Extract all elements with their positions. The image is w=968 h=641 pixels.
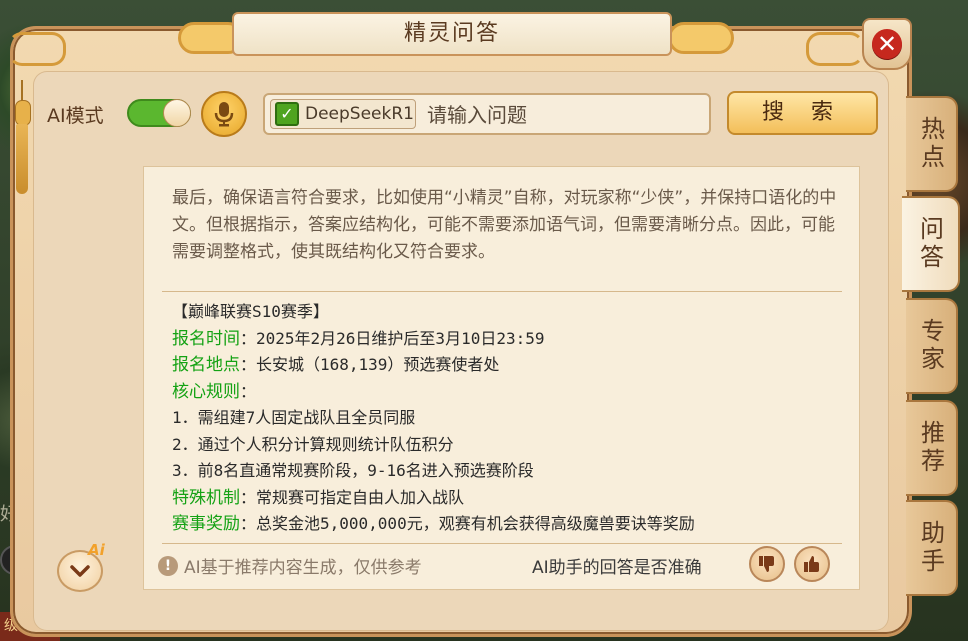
title-plate: 精灵问答 — [232, 12, 672, 56]
special-label: 特殊机制 — [172, 487, 240, 508]
signup-place-row: 报名地点：长安城（168,139）预选赛使者处 — [172, 352, 852, 379]
close-button[interactable]: ✕ — [862, 18, 912, 70]
tab-qa[interactable]: 问答 — [902, 196, 960, 292]
reward-row: 赛事奖励：总奖金池5,000,000元，观赛有机会获得高级魔兽要诀等奖励 — [172, 511, 852, 538]
tab-hot[interactable]: 热点 — [906, 96, 958, 192]
toggle-knob — [163, 99, 191, 127]
cloud-ornament-right — [806, 32, 864, 66]
dialog-title: 精灵问答 — [403, 21, 500, 46]
special-row: 特殊机制：常规赛可指定自由人加入战队 — [172, 485, 852, 512]
reward-value: ：总奖金池5,000,000元，观赛有机会获得高级魔兽要诀等奖励 — [240, 514, 695, 533]
ai-mode-label: AI模式 — [47, 105, 104, 127]
cloud-ornament-left — [8, 32, 66, 66]
signup-time-value: ：2025年2月26日维护后至3月10日23:59 — [240, 328, 545, 348]
rule-item: 1．需组建7人固定战队且全员同服 — [172, 408, 416, 427]
answer-panel: 最后，确保语言符合要求，比如使用“小精灵”自称，对玩家称“少侠”，并保持口语化的… — [143, 166, 860, 590]
tab-expert[interactable]: 专家 — [906, 298, 958, 394]
tab-assistant[interactable]: 助手 — [906, 500, 958, 596]
rule-item: 2．通过个人积分计算规则统计队伍积分 — [172, 434, 454, 454]
signup-place-label: 报名地点 — [172, 355, 240, 375]
search-input[interactable] — [425, 99, 699, 131]
rules-suffix: ： — [240, 381, 257, 401]
divider — [162, 291, 842, 292]
signup-time-label: 报名时间 — [172, 328, 240, 349]
thumbs-up-icon — [804, 556, 819, 572]
reward-label: 赛事奖励 — [172, 514, 240, 534]
rules-label: 核心规则 — [172, 381, 240, 402]
ai-badge: Ai — [88, 541, 105, 559]
tassel-ornament — [12, 80, 32, 200]
search-box: ✓ DeepSeekR1 — [263, 93, 711, 135]
reasoning-text: 最后，确保语言符合要求，比如使用“小精灵”自称，对玩家称“少侠”，并保持口语化的… — [172, 188, 837, 262]
thumbs-down-button[interactable] — [749, 546, 785, 582]
rule-item: 3．前8名直通常规赛阶段，9-16名进入预选赛阶段 — [172, 461, 534, 480]
signup-place-value: ：长安城（168,139）预选赛使者处 — [240, 355, 500, 374]
model-checkbox[interactable]: ✓ — [275, 102, 299, 126]
divider — [162, 543, 842, 544]
model-name: DeepSeekR1 — [305, 104, 414, 124]
microphone-button[interactable] — [201, 91, 247, 137]
search-button[interactable]: 搜 索 — [727, 91, 878, 135]
signup-time-row: 报名时间：2025年2月26日维护后至3月10日23:59 — [172, 326, 852, 353]
rules-row: 核心规则： — [172, 379, 852, 406]
cloud-ornament-title-right — [668, 22, 734, 54]
chevron-down-icon — [70, 565, 90, 577]
ai-mode-toggle[interactable] — [127, 99, 191, 127]
answer-content: 【巅峰联赛S10赛季】 报名时间：2025年2月26日维护后至3月10日23:5… — [172, 299, 852, 538]
thumbs-up-button[interactable] — [794, 546, 830, 582]
feedback-question: AI助手的回答是否准确 — [532, 558, 702, 578]
model-selector[interactable]: ✓ DeepSeekR1 — [270, 99, 416, 129]
warning-icon: ! — [158, 555, 178, 576]
disclaimer: ! AI基于推荐内容生成，仅供参考 — [158, 553, 422, 578]
disclaimer-text: AI基于推荐内容生成，仅供参考 — [184, 558, 422, 578]
tab-recommend[interactable]: 推荐 — [906, 400, 958, 496]
thumbs-down-icon — [759, 556, 774, 572]
answer-heading: 【巅峰联赛S10赛季】 — [172, 302, 329, 321]
microphone-icon — [214, 102, 234, 127]
special-value: ：常规赛可指定自由人加入战队 — [240, 487, 465, 507]
close-icon: ✕ — [872, 29, 902, 59]
